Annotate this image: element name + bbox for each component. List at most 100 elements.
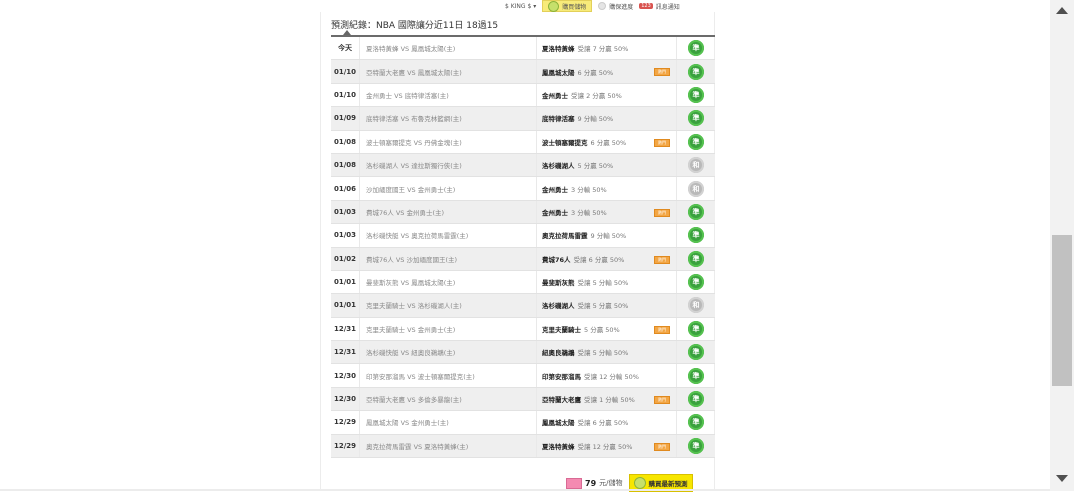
table-row: 12/29 奧克拉荷馬雷霆 VS 夏洛特黃蜂(主) 夏洛特黃蜂 受讓 12 分贏 50… <box>331 434 715 459</box>
row-pick-desc: 3 分輸 50% <box>571 185 607 194</box>
row-result: 準 <box>676 130 715 154</box>
scroll-down-icon[interactable] <box>1056 475 1068 482</box>
result-badge: 準 <box>688 133 704 150</box>
result-badge: 準 <box>688 203 704 220</box>
row-pick-team: 鳳凰城太陽 <box>542 68 575 77</box>
coin-icon <box>633 477 646 489</box>
row-pick: 金州勇士 受讓 2 分贏 50% <box>536 83 677 108</box>
price-unit: 元/儲物 <box>599 479 623 487</box>
table-row: 12/30 印第安那溜馬 VS 波士頓塞爾提克(主) 印第安那溜馬 受讓 12 分輸 … <box>331 363 715 388</box>
row-pick: 克里夫蘭騎士 5 分贏 50% 熱門 <box>536 317 677 342</box>
row-pick-team: 洛杉磯湖人 <box>542 302 575 311</box>
row-pick-team: 底特律活塞 <box>542 115 575 124</box>
row-match: 印第安那溜馬 VS 波士頓塞爾提克(主) <box>359 363 537 388</box>
row-pick: 鳳凰城太陽 受讓 6 分贏 50% <box>536 410 677 435</box>
row-pick-team: 金州勇士 <box>542 208 568 217</box>
row-pick: 亞特蘭大老鷹 受讓 1 分輸 50% 熱門 <box>536 387 677 412</box>
page-title: 預測紀錄：NBA 國際讓分近11日 18過15 <box>331 21 499 31</box>
row-pick-team: 亞特蘭大老鷹 <box>542 396 581 405</box>
row-date: 01/09 <box>331 106 360 131</box>
row-pick-desc: 3 分輸 50% <box>571 208 607 217</box>
row-match: 沙加緬度國王 VS 金州勇士(主) <box>359 176 537 201</box>
row-result: 準 <box>676 200 715 225</box>
row-result: 準 <box>676 317 715 342</box>
table-row: 01/10 金州勇士 VS 底特律活塞(主) 金州勇士 受讓 2 分贏 50% 準 <box>331 83 715 108</box>
row-pick-desc: 9 分輸 50% <box>577 115 614 124</box>
row-pick: 洛杉磯湖人 受讓 5 分贏 50% <box>536 293 677 318</box>
row-date: 01/10 <box>331 83 360 108</box>
row-pick: 金州勇士 3 分輸 50% <box>536 176 677 201</box>
scrollbar-thumb[interactable] <box>1052 235 1072 386</box>
row-pick-desc: 受讓 5 分輸 50% <box>577 349 629 358</box>
row-pick-team: 克里夫蘭騎士 <box>542 325 581 334</box>
table-row: 01/10 亞特蘭大老鷹 VS 鳳凰城太陽(主) 鳳凰城太陽 6 分贏 50% 熱門 準 <box>331 59 715 84</box>
row-pick: 夏洛特黃蜂 受讓 12 分贏 50% 熱門 <box>536 434 677 459</box>
hot-tag: 熱門 <box>654 442 670 451</box>
row-pick: 底特律活塞 9 分輸 50% <box>536 106 677 131</box>
result-badge: 準 <box>688 63 704 80</box>
row-match: 費城76人 VS 金州勇士(主) <box>359 200 537 225</box>
buy-latest-prediction-label: 購買最新預測 <box>648 480 688 488</box>
table-row: 12/31 克里夫蘭騎士 VS 金州勇士(主) 克里夫蘭騎士 5 分贏 50% 熱門 準 <box>331 317 715 342</box>
row-pick: 印第安那溜馬 受讓 12 分輸 50% <box>536 363 677 388</box>
table-row: 01/01 曼斐斯灰熊 VS 鳳凰城太陽(主) 曼斐斯灰熊 受讓 5 分輸 50% 準 <box>331 270 715 295</box>
row-pick-team: 夏洛特黃蜂 <box>542 442 575 451</box>
storage-progress-label: 購保進度 <box>609 3 634 11</box>
row-result: 和 <box>676 176 715 201</box>
row-match: 曼斐斯灰熊 VS 鳳凰城太陽(主) <box>359 270 537 295</box>
scroll-up-icon[interactable] <box>1056 7 1068 14</box>
coupon-icon <box>566 477 582 489</box>
row-pick: 費城76人 受讓 6 分贏 50% 熱門 <box>536 247 677 271</box>
row-pick-team: 洛杉磯湖人 <box>542 162 575 171</box>
prediction-table: 今天 夏洛特黃蜂 VS 鳳凰城太陽(主) 夏洛特黃蜂 受讓 7 分贏 50% 準 01/1… <box>331 35 715 459</box>
price-value: 79 <box>585 478 597 488</box>
table-row: 01/09 底特律活塞 VS 布魯克林籃網(主) 底特律活塞 9 分輸 50% 準 <box>331 106 715 131</box>
row-date: 12/31 <box>331 340 360 365</box>
storage-progress-link[interactable]: 購保進度 <box>598 2 633 11</box>
notifications-link[interactable]: 123 訊息通知 <box>639 2 680 11</box>
row-pick-desc: 6 分贏 50% <box>590 138 627 147</box>
row-date: 01/06 <box>331 176 360 201</box>
row-pick-desc: 5 分贏 50% <box>577 162 614 171</box>
result-badge: 準 <box>688 391 704 408</box>
progress-icon <box>598 2 607 10</box>
result-badge: 準 <box>688 110 704 127</box>
table-row: 今天 夏洛特黃蜂 VS 鳳凰城太陽(主) 夏洛特黃蜂 受讓 7 分贏 50% 準 <box>331 36 715 61</box>
main-panel: 預測紀錄：NBA 國際讓分近11日 18過15 今天 夏洛特黃蜂 VS 鳳凰城太陽… <box>320 12 715 492</box>
row-pick: 波士頓塞爾提克 6 分贏 50% 熱門 <box>536 130 677 154</box>
user-menu[interactable]: $ KING $ ▾ <box>505 3 536 10</box>
row-match: 夏洛特黃蜂 VS 鳳凰城太陽(主) <box>359 36 537 61</box>
row-date: 今天 <box>331 36 360 61</box>
row-pick: 曼斐斯灰熊 受讓 5 分輸 50% <box>536 270 677 295</box>
row-date: 01/01 <box>331 270 360 295</box>
row-pick-desc: 受讓 5 分贏 50% <box>577 302 629 311</box>
row-result: 準 <box>676 106 715 131</box>
row-match: 金州勇士 VS 底特律活塞(主) <box>359 83 537 108</box>
row-result: 準 <box>676 223 715 248</box>
hot-tag: 熱門 <box>654 68 670 77</box>
row-result: 和 <box>676 293 715 318</box>
row-date: 01/03 <box>331 223 360 248</box>
result-badge: 準 <box>688 344 704 361</box>
row-pick: 鳳凰城太陽 6 分贏 50% 熱門 <box>536 59 677 84</box>
result-badge: 準 <box>688 250 704 267</box>
row-date: 01/08 <box>331 130 360 154</box>
row-date: 01/10 <box>331 59 360 84</box>
row-match: 費城76人 VS 沙加緬度國王(主) <box>359 247 537 271</box>
result-badge: 準 <box>688 320 704 337</box>
result-badge: 和 <box>688 157 704 174</box>
row-pick: 洛杉磯湖人 5 分贏 50% <box>536 153 677 178</box>
buy-storage-button[interactable]: 購買儲物 <box>542 0 593 12</box>
row-result: 準 <box>676 83 715 108</box>
table-row: 12/29 鳳凰城太陽 VS 金州勇士(主) 鳳凰城太陽 受讓 6 分贏 50% 準 <box>331 410 715 435</box>
row-match: 亞特蘭大老鷹 VS 鳳凰城太陽(主) <box>359 59 537 84</box>
hot-tag: 熱門 <box>654 395 670 404</box>
result-badge: 準 <box>688 437 704 454</box>
table-row: 01/06 沙加緬度國王 VS 金州勇士(主) 金州勇士 3 分輸 50% 和 <box>331 176 715 201</box>
row-date: 12/30 <box>331 363 360 388</box>
row-date: 12/29 <box>331 434 360 459</box>
row-date: 01/03 <box>331 200 360 225</box>
top-tools: $ KING $ ▾ 購買儲物 購保進度 123 訊息通知 <box>505 0 680 12</box>
row-match: 亞特蘭大老鷹 VS 多倫多暴龍(主) <box>359 387 537 412</box>
row-pick-team: 印第安那溜馬 <box>542 372 581 381</box>
